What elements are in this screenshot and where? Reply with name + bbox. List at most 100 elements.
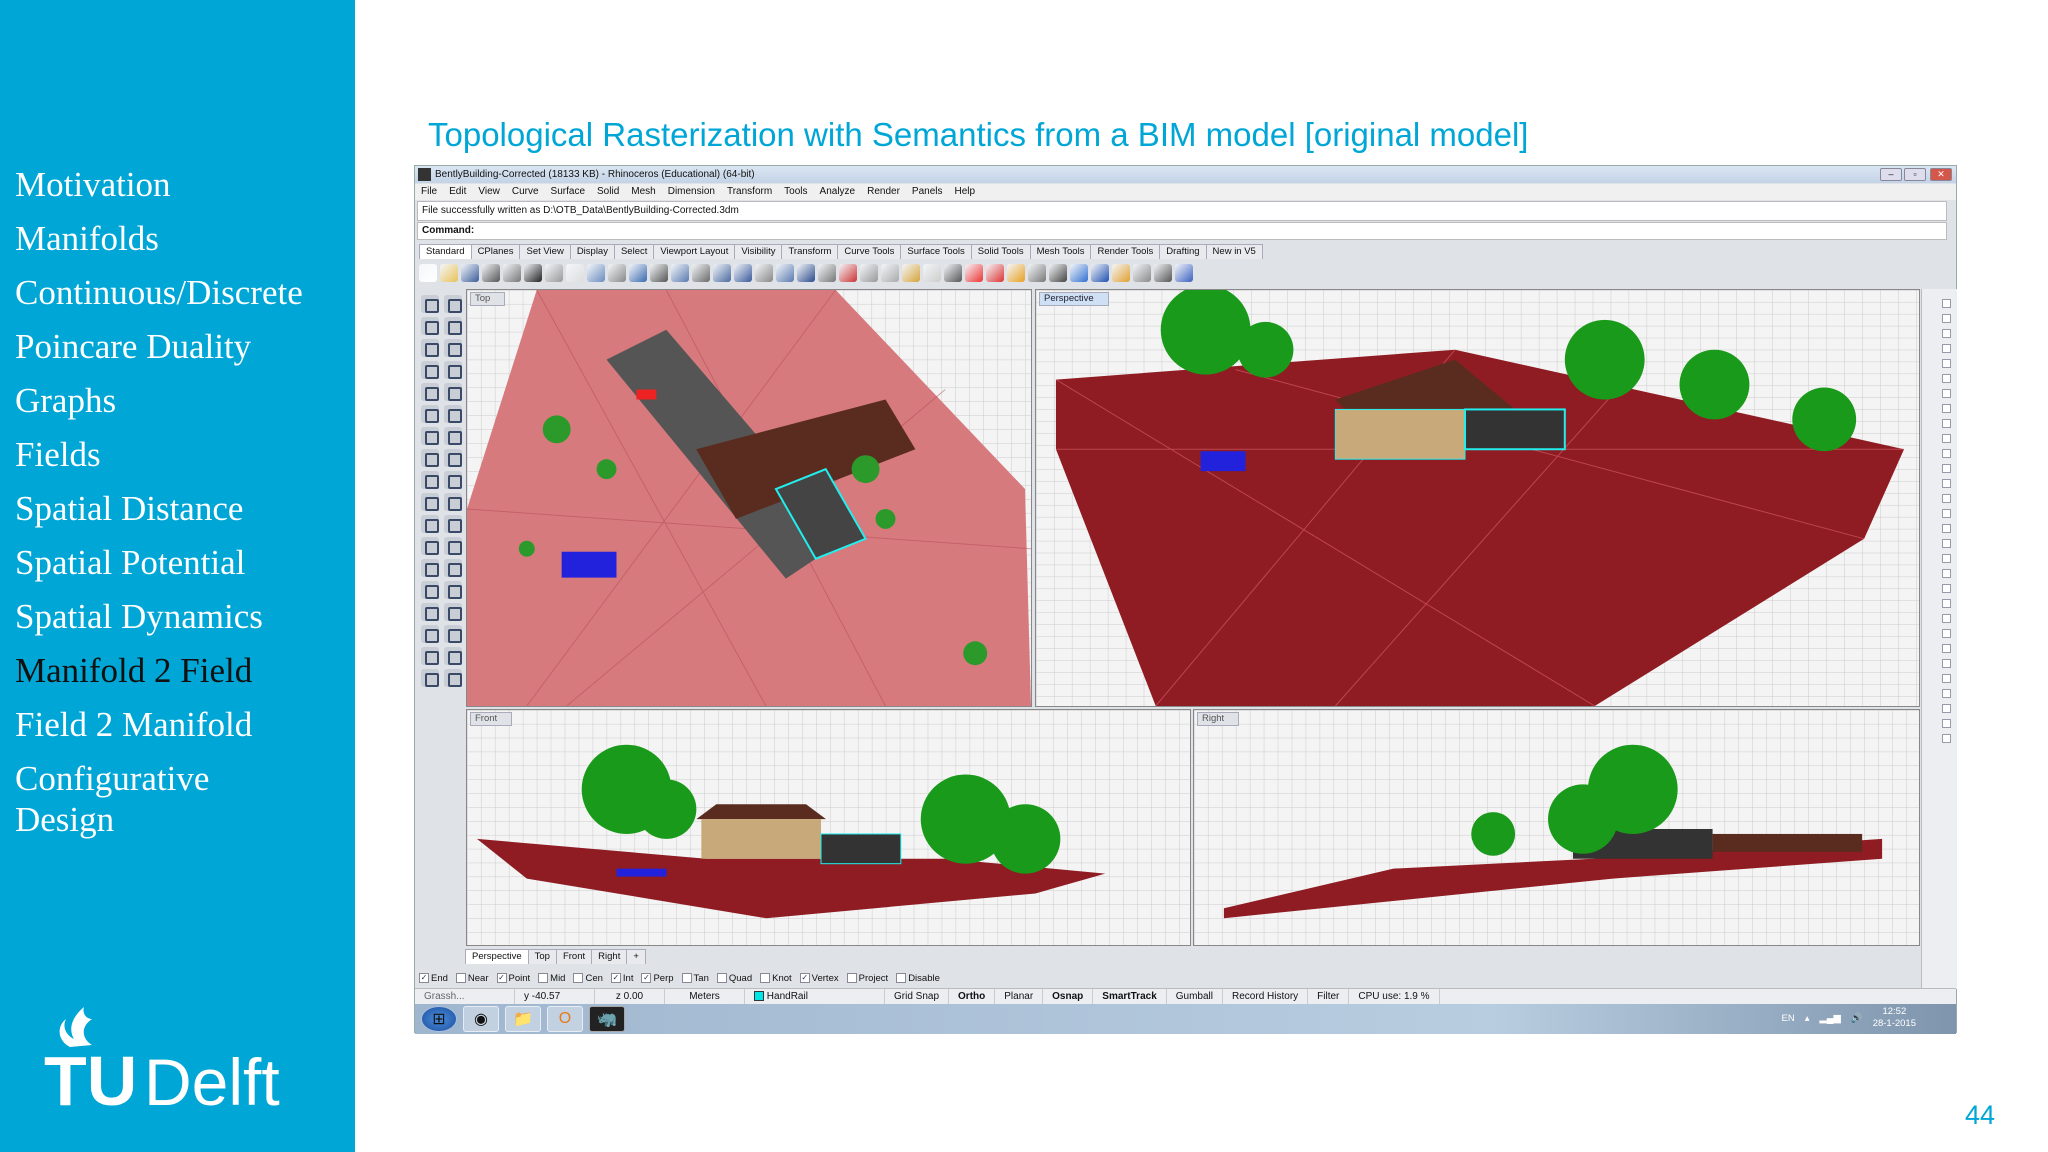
panel-checkbox[interactable]: [1942, 554, 1951, 563]
panel-checkbox[interactable]: [1942, 644, 1951, 653]
command-input[interactable]: Command:: [417, 222, 1947, 240]
viewport-label-top[interactable]: Top: [470, 292, 506, 306]
nav-item[interactable]: Field 2 Manifold: [15, 704, 252, 745]
nav-item[interactable]: Manifold 2 Field: [15, 650, 252, 691]
panel-checkbox[interactable]: [1942, 539, 1951, 548]
panel-checkbox[interactable]: [1942, 584, 1951, 593]
toolbar-tab[interactable]: Transform: [781, 244, 839, 259]
language-indicator[interactable]: EN: [1782, 1013, 1795, 1024]
osnap-point[interactable]: ✓ Point: [496, 973, 530, 984]
osnap-knot[interactable]: Knot: [760, 973, 792, 984]
toolbar-tool-icon[interactable]: [1091, 264, 1109, 282]
rhino-taskbar-icon[interactable]: 🦏: [589, 1006, 625, 1032]
left-tool-icon[interactable]: [421, 405, 439, 423]
viewport-label-perspective[interactable]: Perspective: [1039, 292, 1109, 306]
panel-checkbox[interactable]: [1942, 704, 1951, 713]
nav-item[interactable]: Fields: [15, 434, 101, 475]
osnap-project[interactable]: Project: [846, 973, 888, 984]
viewport-right[interactable]: Right: [1193, 709, 1920, 946]
left-tool-icon[interactable]: [421, 647, 439, 665]
toggle-planar[interactable]: Planar: [995, 989, 1044, 1004]
left-tool-icon[interactable]: [421, 317, 439, 335]
left-tool-icon[interactable]: [421, 603, 439, 621]
toolbar-tab[interactable]: Surface Tools: [900, 244, 972, 259]
toolbar-tool-icon[interactable]: [776, 264, 794, 282]
left-tool-icon[interactable]: [421, 361, 439, 379]
panel-checkbox[interactable]: [1942, 374, 1951, 383]
left-tool-icon[interactable]: [421, 625, 439, 643]
toolbar-tool-icon[interactable]: [566, 264, 584, 282]
outlook-icon[interactable]: O: [547, 1006, 583, 1032]
panel-checkbox[interactable]: [1942, 479, 1951, 488]
left-tool-icon[interactable]: [444, 339, 462, 357]
panel-checkbox[interactable]: [1942, 299, 1951, 308]
panel-checkbox[interactable]: [1942, 314, 1951, 323]
left-tool-icon[interactable]: [444, 383, 462, 401]
checkbox[interactable]: ✓: [610, 972, 621, 983]
toolbar-tab[interactable]: Solid Tools: [970, 244, 1031, 259]
osnap-near[interactable]: Near: [455, 972, 489, 984]
toolbar-tool-icon[interactable]: [419, 264, 437, 282]
toolbar-tool-icon[interactable]: [1133, 264, 1151, 282]
panel-checkbox[interactable]: [1942, 719, 1951, 728]
checkbox[interactable]: [896, 972, 907, 983]
left-tool-icon[interactable]: [421, 427, 439, 445]
toolbar-tool-icon[interactable]: [965, 264, 983, 282]
menu-item[interactable]: Tools: [784, 184, 807, 200]
checkbox[interactable]: ✓: [641, 972, 652, 983]
viewport-top[interactable]: Top: [466, 289, 1032, 707]
panel-checkbox[interactable]: [1942, 449, 1951, 458]
toolbar-tab[interactable]: Drafting: [1159, 244, 1207, 259]
viewport-tab[interactable]: Top: [527, 949, 557, 964]
left-tool-icon[interactable]: [444, 449, 462, 467]
toolbar-tab[interactable]: New in V5: [1205, 244, 1263, 259]
toolbar-tool-icon[interactable]: [902, 264, 920, 282]
toolbar-tab[interactable]: Visibility: [734, 244, 783, 259]
toolbar-tool-icon[interactable]: [1007, 264, 1025, 282]
file-explorer-icon[interactable]: 📁: [505, 1006, 541, 1032]
osnap-mid[interactable]: Mid: [538, 973, 565, 984]
menu-item[interactable]: View: [478, 184, 500, 200]
toolbar-tool-icon[interactable]: [608, 264, 626, 282]
osnap-vertex[interactable]: ✓ Vertex: [799, 973, 839, 984]
panel-checkbox[interactable]: [1942, 389, 1951, 398]
panel-checkbox[interactable]: [1942, 674, 1951, 683]
menu-item[interactable]: Help: [955, 184, 976, 200]
panel-checkbox[interactable]: [1942, 509, 1951, 518]
current-layer[interactable]: HandRail: [745, 989, 885, 1004]
menu-item[interactable]: Edit: [449, 184, 466, 200]
viewport-perspective[interactable]: Perspective: [1035, 289, 1920, 707]
toolbar-tool-icon[interactable]: [1028, 264, 1046, 282]
grasshopper-minimized[interactable]: Grassh...: [415, 989, 515, 1004]
panel-checkbox[interactable]: [1942, 344, 1951, 353]
left-tool-icon[interactable]: [444, 361, 462, 379]
left-tool-icon[interactable]: [421, 449, 439, 467]
checkbox[interactable]: [455, 972, 466, 983]
left-tool-icon[interactable]: [444, 405, 462, 423]
panel-checkbox[interactable]: [1942, 689, 1951, 698]
panel-checkbox[interactable]: [1942, 329, 1951, 338]
toolbar-tool-icon[interactable]: [503, 264, 521, 282]
left-tool-icon[interactable]: [444, 493, 462, 511]
menu-item[interactable]: Dimension: [668, 184, 715, 200]
left-tool-icon[interactable]: [421, 559, 439, 577]
toggle-record-history[interactable]: Record History: [1223, 989, 1309, 1004]
checkbox[interactable]: [538, 972, 549, 983]
toolbar-tool-icon[interactable]: [755, 264, 773, 282]
viewport-label-front[interactable]: Front: [470, 712, 513, 726]
panel-checkbox[interactable]: [1942, 659, 1951, 668]
nav-item[interactable]: Poincare Duality: [15, 326, 251, 367]
toolbar-tab[interactable]: Standard: [419, 244, 472, 259]
left-tool-icon[interactable]: [421, 471, 439, 489]
left-tool-icon[interactable]: [444, 295, 462, 313]
close-button[interactable]: ✕: [1930, 168, 1952, 181]
panel-checkbox[interactable]: [1942, 464, 1951, 473]
toolbar-tool-icon[interactable]: [671, 264, 689, 282]
start-button[interactable]: ⊞: [421, 1006, 457, 1032]
left-tool-icon[interactable]: [444, 471, 462, 489]
nav-item[interactable]: Motivation: [15, 164, 171, 205]
osnap-quad[interactable]: Quad: [716, 973, 752, 984]
checkbox[interactable]: [760, 972, 771, 983]
toolbar-tool-icon[interactable]: [1112, 264, 1130, 282]
menu-item[interactable]: Analyze: [820, 184, 856, 200]
